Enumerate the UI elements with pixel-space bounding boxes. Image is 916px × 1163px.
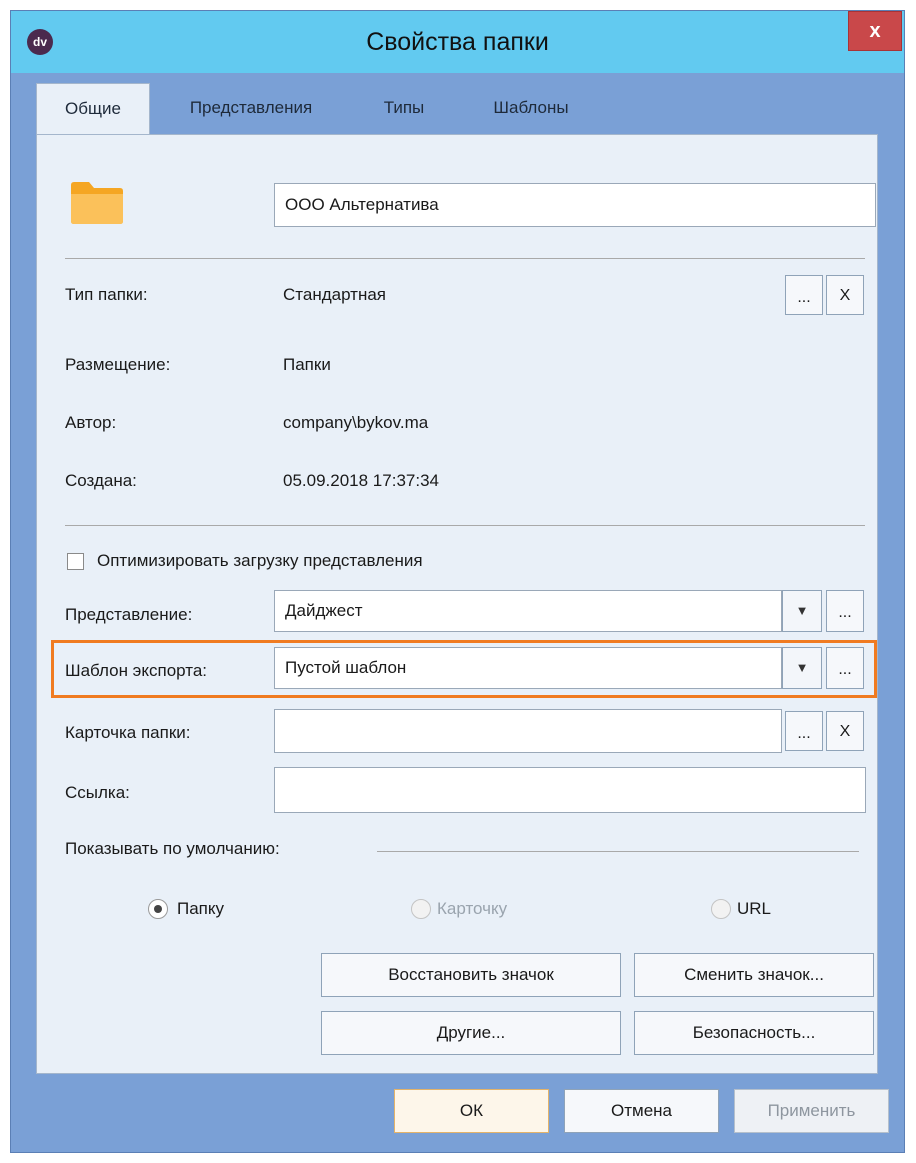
folder-name-input[interactable]: ООО Альтернатива [274,183,876,227]
change-icon-button[interactable]: Сменить значок... [634,953,874,997]
view-select[interactable]: Дайджест [274,590,782,632]
radio-show-url[interactable] [711,899,731,919]
placement-label: Размещение: [65,355,171,374]
folder-type-label: Тип папки: [65,285,148,304]
view-dropdown-arrow-icon[interactable]: ▼ [782,590,822,632]
folder-card-browse-button[interactable]: ... [785,711,823,751]
view-browse-button[interactable]: ... [826,590,864,632]
general-tab-panel: ООО Альтернатива Тип папки: Стандартная … [36,134,878,1074]
folder-card-label: Карточка папки: [65,723,191,742]
divider [377,851,859,852]
folder-card-clear-button[interactable]: X [826,711,864,751]
folder-type-value: Стандартная [283,285,387,304]
tab-views[interactable]: Представления [166,83,336,133]
tab-general[interactable]: Общие [36,83,150,135]
optimize-view-checkbox[interactable] [67,553,84,570]
other-button[interactable]: Другие... [321,1011,621,1055]
divider [65,525,865,526]
tab-types[interactable]: Типы [369,83,439,133]
radio-show-url-label[interactable]: URL [737,899,771,919]
ok-button[interactable]: ОК [394,1089,549,1133]
radio-show-folder[interactable] [148,899,168,919]
export-template-dropdown-arrow-icon[interactable]: ▼ [782,647,822,689]
tab-templates[interactable]: Шаблоны [476,83,586,133]
author-label: Автор: [65,413,117,432]
export-template-label: Шаблон экспорта: [65,661,208,680]
export-template-select[interactable]: Пустой шаблон [274,647,782,689]
restore-icon-button[interactable]: Восстановить значок [321,953,621,997]
author-value: company\bykov.ma [283,413,429,432]
folder-card-input[interactable] [274,709,782,753]
divider [65,258,865,259]
cancel-button[interactable]: Отмена [564,1089,719,1133]
created-label: Создана: [65,471,137,490]
optimize-view-label[interactable]: Оптимизировать загрузку представления [97,551,423,571]
folder-type-browse-button[interactable]: ... [785,275,823,315]
radio-show-card [411,899,431,919]
title-bar[interactable]: dv Свойства папки x [11,11,904,73]
link-label: Ссылка: [65,783,130,802]
show-default-label: Показывать по умолчанию: [65,839,280,858]
folder-icon [71,182,123,224]
created-value: 05.09.2018 17:37:34 [283,471,439,490]
security-button[interactable]: Безопасность... [634,1011,874,1055]
export-template-browse-button[interactable]: ... [826,647,864,689]
apply-button: Применить [734,1089,889,1133]
radio-show-folder-label[interactable]: Папку [177,899,224,919]
view-label: Представление: [65,605,193,624]
link-input[interactable] [274,767,866,813]
radio-show-card-label: Карточку [437,899,508,918]
folder-properties-dialog: dv Свойства папки x Общие Представления … [10,10,905,1153]
placement-value: Папки [283,355,331,374]
folder-type-clear-button[interactable]: X [826,275,864,315]
close-button[interactable]: x [848,11,902,51]
dialog-title: Свойства папки [366,28,549,56]
